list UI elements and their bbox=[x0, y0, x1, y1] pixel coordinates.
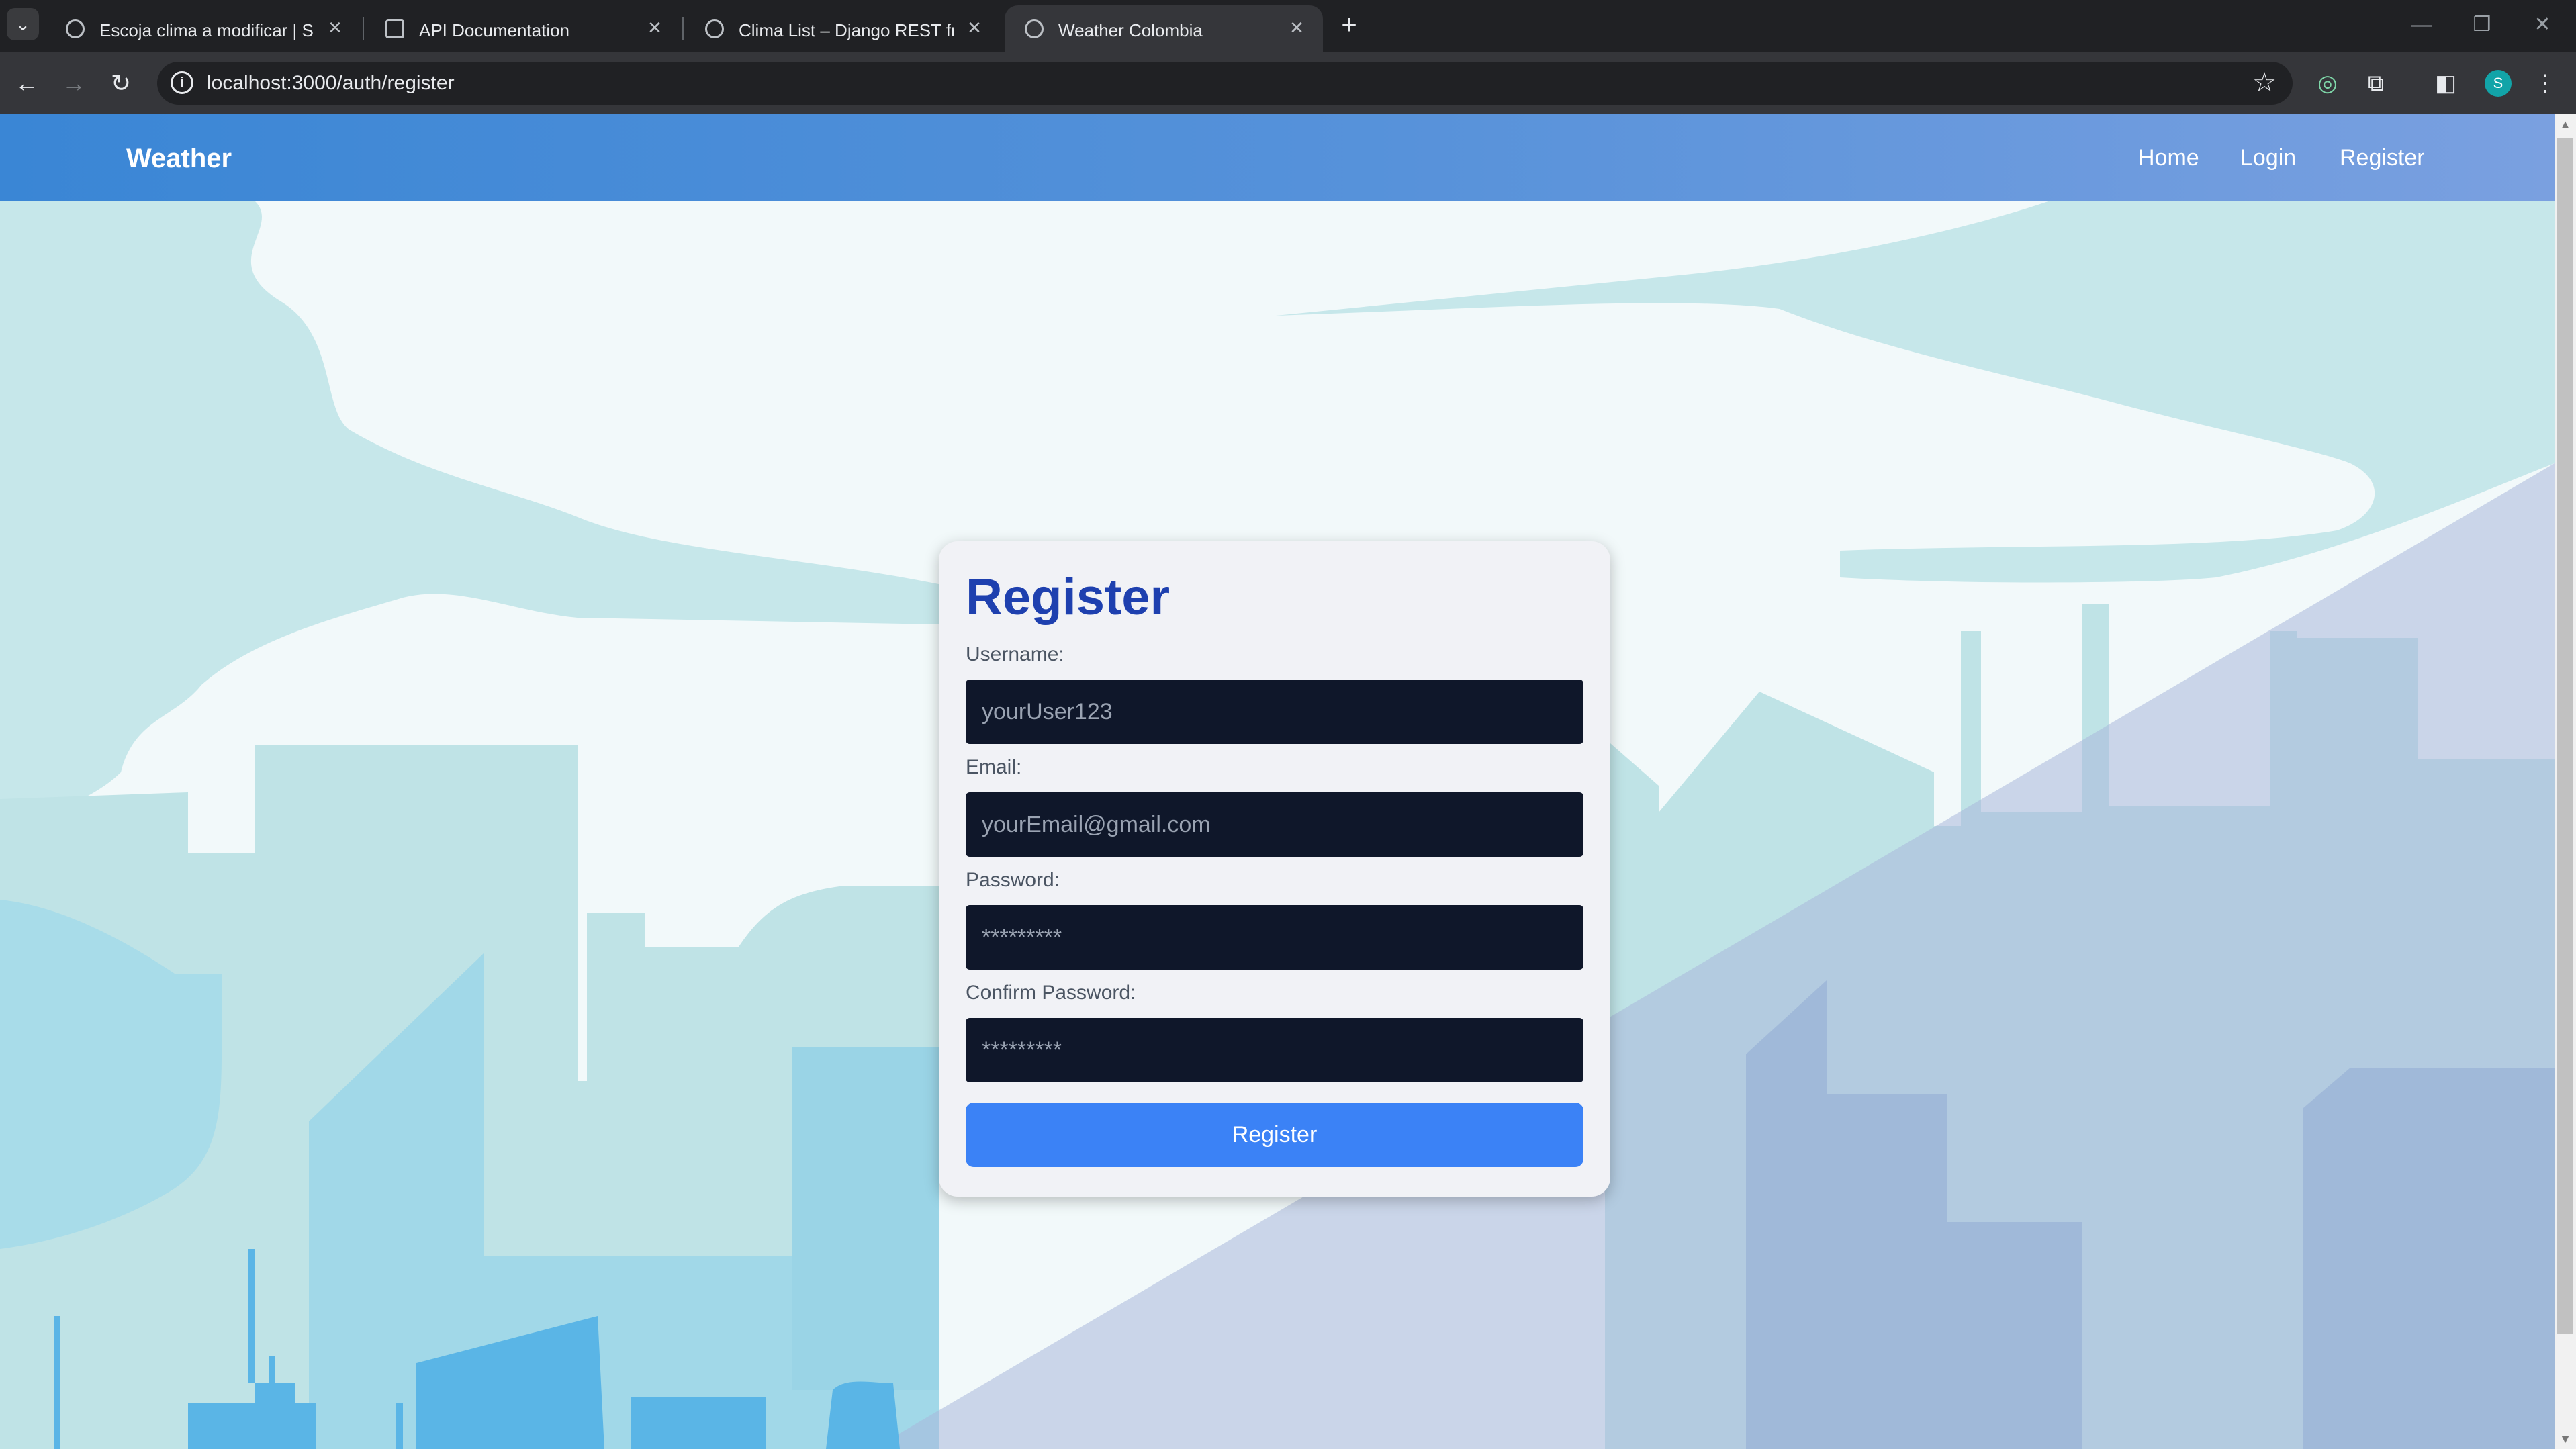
nav-link-register[interactable]: Register bbox=[2340, 145, 2425, 171]
page-title: Register bbox=[966, 569, 1170, 626]
close-icon[interactable]: ✕ bbox=[643, 16, 666, 39]
back-button[interactable]: ← bbox=[8, 64, 46, 102]
url-text: localhost:3000/auth/register bbox=[207, 72, 455, 94]
tab-title: Clima List – Django REST framework bbox=[739, 20, 954, 40]
browser-tab-django-admin[interactable]: Escoja clima a modificar | Sitio de admi… bbox=[46, 5, 361, 52]
antenna bbox=[396, 1403, 403, 1449]
password-label: Password: bbox=[966, 869, 1060, 891]
reload-icon: ↻ bbox=[110, 69, 132, 97]
confirm-password-input[interactable] bbox=[966, 1018, 1583, 1082]
minimize-button[interactable]: — bbox=[2401, 9, 2442, 40]
email-input[interactable] bbox=[966, 792, 1583, 857]
close-icon[interactable]: ✕ bbox=[324, 16, 347, 39]
cloud-right bbox=[1276, 201, 2555, 583]
username-label: Username: bbox=[966, 643, 1064, 665]
scroll-down-arrow-icon[interactable]: ▼ bbox=[2555, 1429, 2576, 1449]
new-tab-button[interactable]: + bbox=[1334, 9, 1365, 40]
brand-logo[interactable]: Weather bbox=[126, 144, 232, 174]
password-input[interactable] bbox=[966, 905, 1583, 970]
site-navbar: Weather Home Login Register bbox=[0, 114, 2555, 201]
globe-icon bbox=[66, 19, 85, 38]
chevron-down-icon: ⌄ bbox=[15, 14, 30, 34]
register-submit-button[interactable]: Register bbox=[966, 1103, 1583, 1167]
profile-avatar[interactable]: S bbox=[2485, 70, 2512, 97]
globe-icon bbox=[705, 19, 724, 38]
close-window-button[interactable]: ✕ bbox=[2522, 9, 2563, 40]
extension-target-icon[interactable]: ◎ bbox=[2313, 68, 2342, 98]
puzzle-extensions-icon[interactable]: ⧉ bbox=[2361, 68, 2391, 98]
close-icon[interactable]: ✕ bbox=[1285, 16, 1308, 39]
foreground-building bbox=[826, 1381, 900, 1449]
reload-button[interactable]: ↻ bbox=[102, 64, 140, 102]
confirm-password-label: Confirm Password: bbox=[966, 982, 1136, 1004]
tab-search-button[interactable]: ⌄ bbox=[7, 8, 39, 40]
register-card: Register Username: Email: Password: Conf… bbox=[939, 541, 1610, 1197]
scrollbar-thumb[interactable] bbox=[2557, 138, 2573, 1334]
building-block bbox=[792, 1047, 939, 1390]
browser-tab-clima-list[interactable]: Clima List – Django REST framework ✕ bbox=[685, 5, 1001, 52]
tab-separator bbox=[363, 17, 364, 40]
forward-button[interactable]: → bbox=[55, 64, 93, 102]
browser-tab-weather-colombia[interactable]: Weather Colombia ✕ bbox=[1005, 5, 1323, 52]
tab-separator bbox=[682, 17, 684, 40]
nav-link-home[interactable]: Home bbox=[2138, 145, 2199, 171]
foreground-building bbox=[631, 1397, 766, 1449]
page-viewport: Weather Home Login Register Register Use… bbox=[0, 114, 2555, 1449]
building-right-2 bbox=[2303, 1068, 2555, 1449]
side-panel-icon[interactable]: ◧ bbox=[2431, 68, 2460, 98]
email-label: Email: bbox=[966, 756, 1022, 778]
antenna bbox=[54, 1316, 60, 1449]
tab-title: API Documentation bbox=[419, 20, 570, 40]
globe-icon bbox=[1025, 19, 1044, 38]
more-menu-icon[interactable]: ⋮ bbox=[2530, 68, 2560, 98]
arrow-right-icon: → bbox=[62, 69, 86, 97]
antenna bbox=[248, 1249, 255, 1383]
browser-tab-strip: ⌄ Escoja clima a modificar | Sitio de ad… bbox=[0, 0, 2576, 52]
tab-title: Weather Colombia bbox=[1058, 20, 1203, 40]
close-icon[interactable]: ✕ bbox=[963, 16, 986, 39]
nav-link-login[interactable]: Login bbox=[2240, 145, 2296, 171]
tab-title: Escoja clima a modificar | Sitio de admi… bbox=[99, 20, 314, 40]
browser-tab-api-docs[interactable]: API Documentation ✕ bbox=[365, 5, 681, 52]
address-bar[interactable]: i localhost:3000/auth/register ☆ bbox=[157, 62, 2293, 105]
arrow-left-icon: ← bbox=[15, 69, 39, 97]
cloud-left bbox=[0, 201, 939, 826]
scroll-up-arrow-icon[interactable]: ▲ bbox=[2555, 114, 2576, 134]
restore-button[interactable]: ❐ bbox=[2462, 9, 2502, 40]
bookmark-star-icon[interactable]: ☆ bbox=[2252, 67, 2276, 98]
browser-toolbar: ← → ↻ i localhost:3000/auth/register ☆ ◎… bbox=[0, 52, 2576, 114]
page-scrollbar[interactable]: ▲ ▼ bbox=[2555, 114, 2576, 1449]
document-icon bbox=[385, 19, 404, 38]
site-info-icon[interactable]: i bbox=[171, 71, 193, 94]
username-input[interactable] bbox=[966, 680, 1583, 744]
